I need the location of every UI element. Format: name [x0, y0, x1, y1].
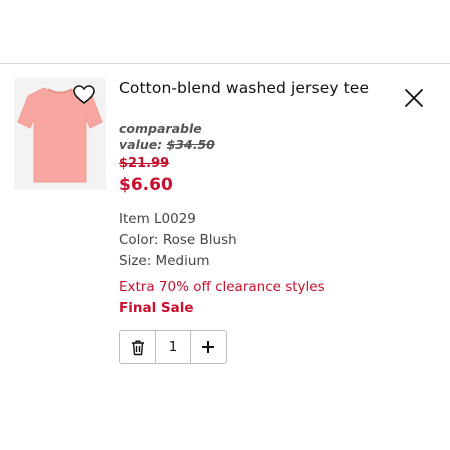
top-divider: [0, 63, 450, 64]
sale-price: $6.60: [119, 175, 173, 195]
promo-message: Extra 70% off clearance styles: [119, 279, 325, 295]
comparable-prefix: value:: [119, 137, 163, 152]
increase-button[interactable]: [191, 331, 226, 363]
plus-icon: [202, 341, 215, 353]
delete-button[interactable]: [120, 331, 155, 363]
quantity-stepper: 1: [119, 330, 227, 364]
item-size: Size: Medium: [119, 253, 210, 269]
item-color: Color: Rose Blush: [119, 232, 237, 248]
remove-close-icon[interactable]: [402, 86, 426, 110]
final-sale-label: Final Sale: [119, 300, 194, 316]
quantity-value[interactable]: 1: [155, 331, 191, 363]
product-title[interactable]: Cotton-blend washed jersey tee: [119, 78, 389, 99]
original-price: $21.99: [119, 156, 170, 171]
comparable-label: comparable: [119, 121, 202, 136]
item-number: Item L0029: [119, 211, 196, 227]
favorite-heart-icon[interactable]: [73, 85, 95, 105]
comparable-value: $34.50: [166, 137, 215, 152]
comparable-value-row: value: $34.50: [119, 137, 215, 153]
trash-icon: [131, 340, 144, 355]
